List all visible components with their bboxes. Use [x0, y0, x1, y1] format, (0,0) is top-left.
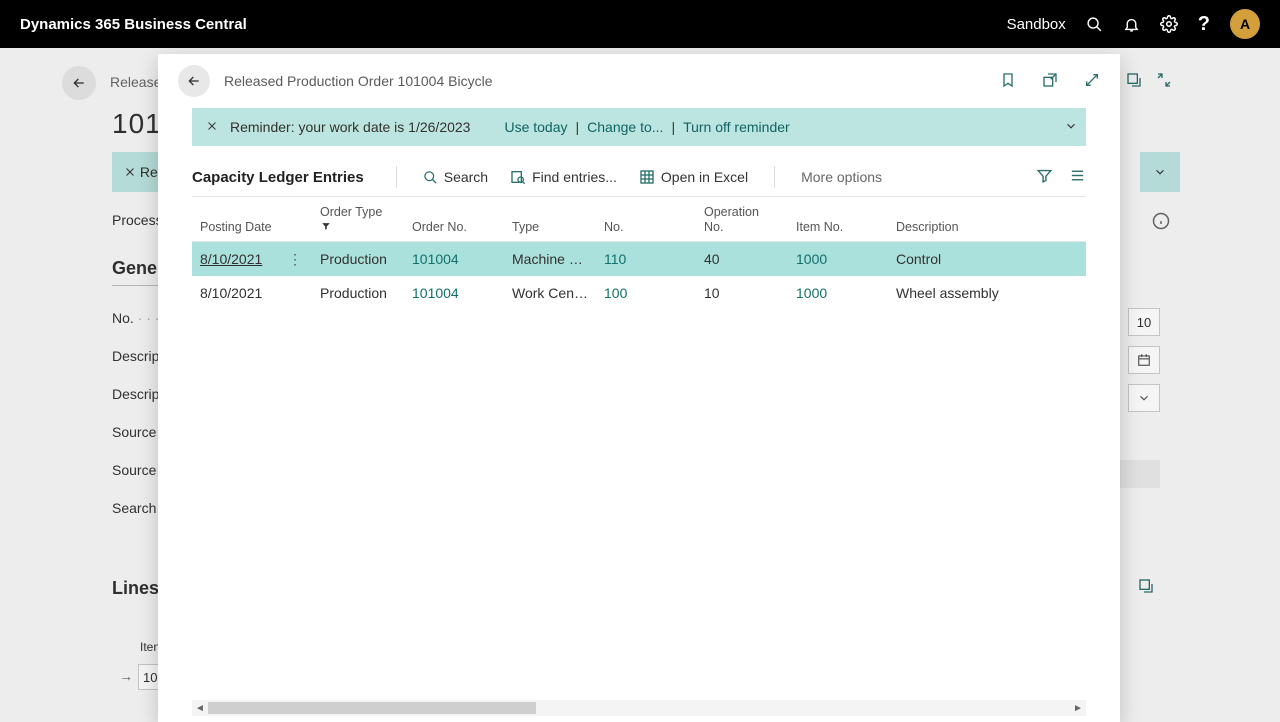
table-row[interactable]: 8/10/2021 Production 101004 Work Center … — [192, 276, 1086, 310]
cell-item-no[interactable]: 1000 — [788, 285, 888, 301]
col-posting-date[interactable]: Posting Date — [192, 220, 312, 235]
modal-header: Released Production Order 101004 Bicycle — [158, 54, 1120, 108]
col-no[interactable]: No. — [596, 220, 696, 235]
notification-icon[interactable] — [1123, 16, 1140, 33]
capacity-ledger-table: Posting Date Order Type Order No. Type N… — [192, 197, 1086, 700]
col-description[interactable]: Description — [888, 220, 1048, 235]
cell-item-no[interactable]: 1000 — [788, 251, 888, 267]
cell-type: Machine Ce... — [504, 251, 596, 267]
scroll-right-icon[interactable]: ► — [1070, 703, 1086, 714]
modal-panel: Released Production Order 101004 Bicycle… — [158, 54, 1120, 722]
separator: | — [576, 119, 580, 135]
back-button[interactable] — [178, 65, 210, 97]
horizontal-scrollbar[interactable]: ◄ ► — [192, 700, 1086, 716]
cell-type: Work Center — [504, 285, 596, 301]
cell-operation-no: 40 — [696, 251, 788, 267]
sandbox-label: Sandbox — [1007, 16, 1066, 33]
cell-description: Control — [888, 251, 1048, 267]
popout-icon[interactable] — [1042, 72, 1058, 91]
section-title: Capacity Ledger Entries — [192, 169, 364, 186]
filter-icon[interactable] — [1036, 167, 1053, 187]
reminder-text: Reminder: your work date is 1/26/2023 — [230, 119, 470, 135]
posting-date-value: 8/10/2021 — [200, 251, 262, 267]
cell-posting-date[interactable]: 8/10/2021 ⋮ — [192, 251, 312, 268]
more-options-button[interactable]: More options — [801, 169, 882, 185]
close-icon[interactable] — [202, 119, 222, 135]
open-excel-label: Open in Excel — [661, 169, 748, 185]
scroll-left-icon[interactable]: ◄ — [192, 703, 208, 714]
table-row[interactable]: 8/10/2021 ⋮ Production 101004 Machine Ce… — [192, 242, 1086, 276]
turn-off-link[interactable]: Turn off reminder — [683, 119, 790, 135]
list-icon[interactable] — [1069, 167, 1086, 187]
gear-icon[interactable] — [1160, 15, 1178, 33]
change-to-link[interactable]: Change to... — [587, 119, 663, 135]
cell-posting-date[interactable]: 8/10/2021 — [192, 285, 312, 301]
search-button[interactable]: Search — [423, 169, 488, 185]
chevron-down-icon[interactable] — [1064, 119, 1078, 136]
posting-date-value: 8/10/2021 — [200, 285, 262, 301]
cell-operation-no: 10 — [696, 285, 788, 301]
app-title: Dynamics 365 Business Central — [20, 16, 247, 33]
divider — [396, 166, 397, 188]
cell-order-no[interactable]: 101004 — [404, 285, 504, 301]
bookmark-icon[interactable] — [1000, 71, 1016, 92]
row-actions-icon[interactable]: ⋮ — [286, 251, 304, 268]
col-item-no[interactable]: Item No. — [788, 220, 888, 235]
col-operation-no[interactable]: Operation No. — [696, 205, 788, 235]
expand-icon[interactable] — [1084, 72, 1100, 91]
cell-description: Wheel assembly — [888, 285, 1048, 301]
cell-no[interactable]: 100 — [596, 285, 696, 301]
modal-title: Released Production Order 101004 Bicycle — [224, 73, 493, 89]
col-order-no[interactable]: Order No. — [404, 220, 504, 235]
search-label: Search — [444, 169, 488, 185]
topbar: Dynamics 365 Business Central Sandbox ? … — [0, 0, 1280, 48]
scroll-thumb[interactable] — [208, 702, 536, 714]
scroll-track[interactable] — [208, 702, 1070, 714]
avatar[interactable]: A — [1230, 9, 1260, 39]
topbar-right: Sandbox ? A — [1007, 9, 1260, 39]
divider — [774, 166, 775, 188]
cell-order-no[interactable]: 101004 — [404, 251, 504, 267]
reminder-bar: Reminder: your work date is 1/26/2023 Us… — [192, 108, 1086, 146]
search-icon[interactable] — [1086, 16, 1103, 33]
find-entries-button[interactable]: Find entries... — [510, 169, 617, 185]
cell-no[interactable]: 110 — [596, 251, 696, 267]
col-type[interactable]: Type — [504, 220, 596, 235]
col-order-type[interactable]: Order Type — [312, 205, 404, 235]
use-today-link[interactable]: Use today — [504, 119, 567, 135]
help-icon[interactable]: ? — [1198, 13, 1210, 36]
table-head: Posting Date Order Type Order No. Type N… — [192, 197, 1086, 242]
col-order-type-label: Order Type — [320, 205, 382, 219]
separator: | — [671, 119, 675, 135]
section-header: Capacity Ledger Entries Search Find entr… — [192, 156, 1086, 197]
open-excel-button[interactable]: Open in Excel — [639, 169, 748, 185]
more-options-label: More options — [801, 169, 882, 185]
cell-order-type: Production — [312, 285, 404, 301]
cell-order-type: Production — [312, 251, 404, 267]
find-entries-label: Find entries... — [532, 169, 617, 185]
